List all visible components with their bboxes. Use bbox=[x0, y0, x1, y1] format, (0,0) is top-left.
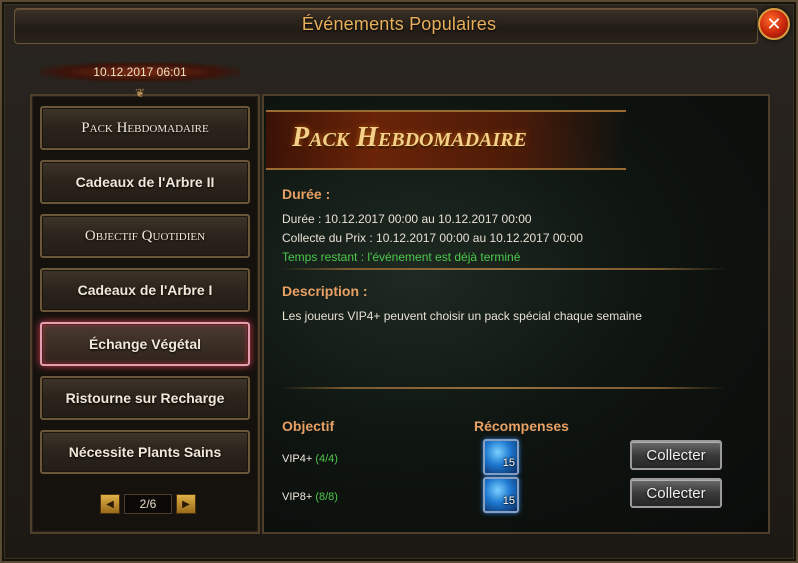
divider bbox=[280, 387, 726, 389]
menu-item-label: Cadeaux de l'Arbre II bbox=[75, 174, 215, 190]
window-title: Événements Populaires bbox=[301, 14, 497, 34]
rewards-heading: Récompenses bbox=[474, 418, 569, 434]
pager-prev-button[interactable]: ◀ bbox=[100, 494, 120, 514]
menu-item-label: Cadeaux de l'Arbre I bbox=[77, 282, 213, 298]
reward-count: 15 bbox=[502, 495, 515, 507]
event-title: Pack Hebdomadaire bbox=[292, 122, 527, 153]
close-button[interactable]: ✕ bbox=[758, 8, 790, 40]
divider bbox=[280, 268, 726, 270]
close-icon: ✕ bbox=[766, 13, 782, 35]
collect-button[interactable]: Collecter bbox=[630, 440, 722, 470]
remaining-time: Temps restant : l'événement est déjà ter… bbox=[282, 250, 521, 264]
water-drop-reward-icon[interactable]: 15 bbox=[483, 439, 519, 475]
arrow-right-icon: ▶ bbox=[182, 498, 190, 510]
menu-item-cadeaux-arbre-i[interactable]: Cadeaux de l'Arbre I bbox=[40, 268, 250, 312]
menu-item-label: Nécessite Plants Sains bbox=[68, 444, 222, 460]
objective-name: VIP4+ bbox=[282, 453, 313, 465]
collect-button[interactable]: Collecter bbox=[630, 478, 722, 508]
objective-heading: Objectif bbox=[282, 418, 335, 434]
pager: ◀ 2/6 ▶ bbox=[100, 494, 196, 514]
water-drop-reward-icon[interactable]: 15 bbox=[483, 477, 519, 513]
menu-item-label: Ristourne sur Recharge bbox=[65, 390, 225, 406]
menu-item-label: Pack Hebdomadaire bbox=[81, 119, 209, 136]
menu-item-label: Objectif Quotidien bbox=[84, 227, 206, 244]
arrow-left-icon: ◀ bbox=[106, 498, 114, 510]
objective-row-label: VIP4+ (4/4) bbox=[282, 453, 338, 465]
pager-next-button[interactable]: ▶ bbox=[176, 494, 196, 514]
objective-name: VIP8+ bbox=[282, 491, 313, 503]
menu-item-echange-vegetal[interactable]: Échange Végétal bbox=[40, 322, 250, 366]
objective-progress: (4/4) bbox=[315, 453, 338, 465]
reward-count: 15 bbox=[502, 457, 515, 469]
ornament-icon: ❦ bbox=[134, 86, 146, 100]
duration-line: Durée : 10.12.2017 00:00 au 10.12.2017 0… bbox=[282, 212, 532, 226]
duration-heading: Durée : bbox=[282, 186, 331, 202]
menu-item-pack-hebdomadaire[interactable]: Pack Hebdomadaire bbox=[40, 106, 250, 150]
collect-line: Collecte du Prix : 10.12.2017 00:00 au 1… bbox=[282, 231, 583, 245]
pager-page-indicator: 2/6 bbox=[124, 494, 172, 514]
menu-item-ristourne-recharge[interactable]: Ristourne sur Recharge bbox=[40, 376, 250, 420]
menu-item-plants-sains[interactable]: Nécessite Plants Sains bbox=[40, 430, 250, 474]
description-text: Les joueurs VIP4+ peuvent choisir un pac… bbox=[282, 309, 642, 323]
menu-item-label: Échange Végétal bbox=[88, 336, 202, 352]
menu-item-objectif-quotidien[interactable]: Objectif Quotidien bbox=[40, 214, 250, 258]
objective-row-label: VIP8+ (8/8) bbox=[282, 491, 338, 503]
menu-item-cadeaux-arbre-ii[interactable]: Cadeaux de l'Arbre II bbox=[40, 160, 250, 204]
server-datetime: 10.12.2017 06:01 bbox=[40, 62, 240, 82]
description-heading: Description : bbox=[282, 283, 368, 299]
objective-progress: (8/8) bbox=[315, 491, 338, 503]
